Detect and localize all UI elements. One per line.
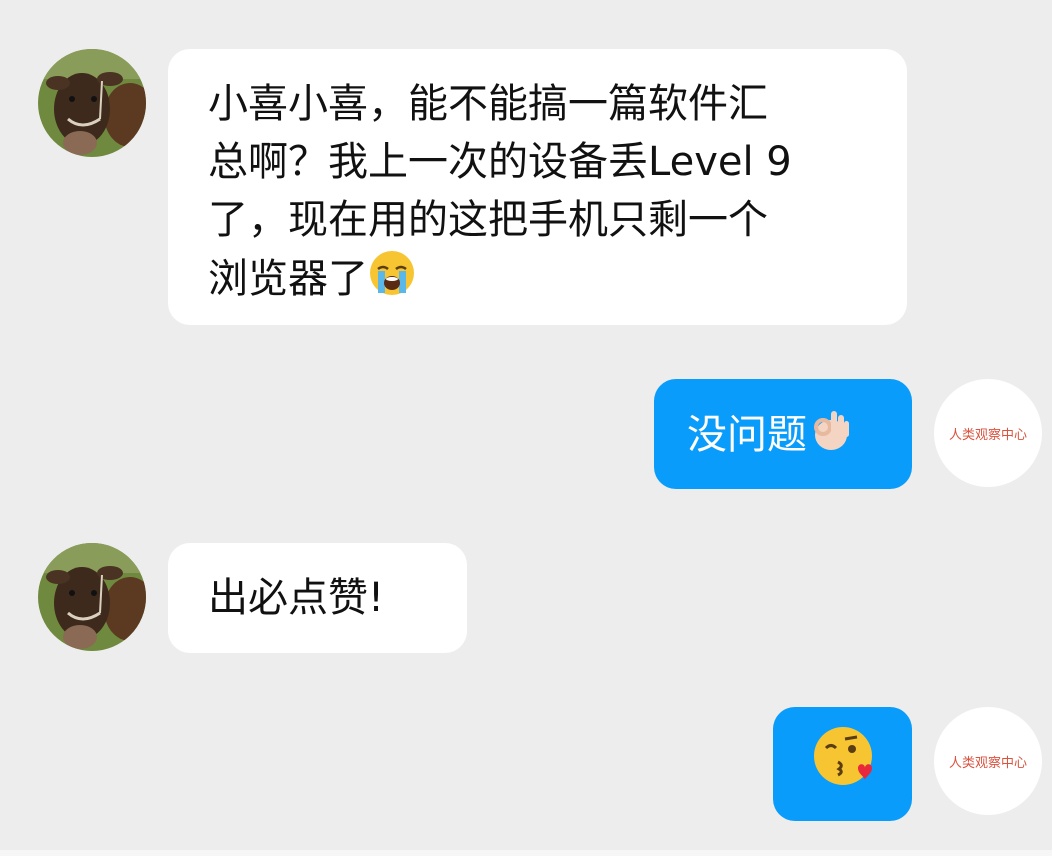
message-text: 浏览器了	[208, 256, 368, 302]
cow-avatar[interactable]	[38, 49, 146, 157]
cow-avatar-icon	[38, 543, 146, 651]
message-line: 浏览器了	[208, 249, 887, 313]
bottom-strip	[0, 850, 1052, 856]
message-bubble-outgoing[interactable]	[773, 707, 912, 821]
brand-avatar[interactable]: 人类观察中心	[934, 379, 1042, 487]
message-bubble-incoming[interactable]: 小喜小喜，能不能搞一篇软件汇 总啊？我上一次的设备丢Level 9 了，现在用的…	[168, 49, 907, 325]
cow-avatar-icon	[38, 49, 146, 157]
ok-hand-emoji	[807, 405, 855, 469]
face-blowing-kiss-emoji	[811, 724, 875, 804]
message-line: 了，现在用的这把手机只剩一个	[208, 197, 768, 243]
chat-area: 小喜小喜，能不能搞一篇软件汇 总啊？我上一次的设备丢Level 9 了，现在用的…	[0, 0, 1052, 850]
message-text: 出必点赞!	[208, 575, 385, 621]
message-line: 总啊？我上一次的设备丢Level 9	[208, 139, 792, 185]
message-text: 没问题	[687, 412, 807, 458]
message-bubble-incoming[interactable]: 出必点赞!	[168, 543, 467, 653]
cow-avatar[interactable]	[38, 543, 146, 651]
brand-avatar[interactable]: 人类观察中心	[934, 707, 1042, 815]
message-bubble-outgoing[interactable]: 没问题	[654, 379, 912, 489]
brand-avatar-label: 人类观察中心	[948, 755, 1027, 771]
brand-avatar-label: 人类观察中心	[948, 427, 1027, 443]
crying-face-emoji	[368, 249, 416, 313]
message-line: 小喜小喜，能不能搞一篇软件汇	[208, 81, 768, 127]
